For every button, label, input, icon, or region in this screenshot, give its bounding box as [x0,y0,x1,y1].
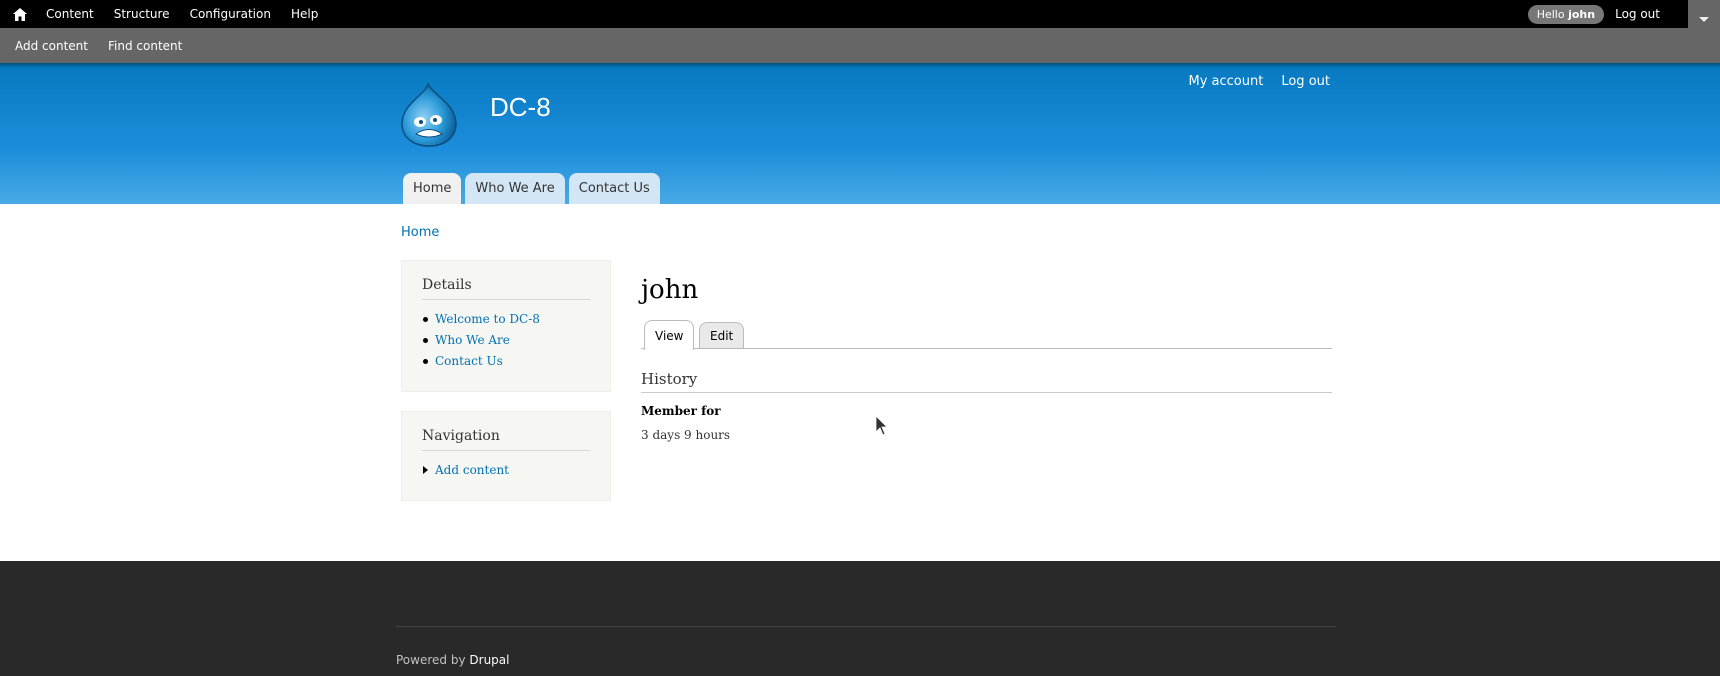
shortcut-find-content[interactable]: Find content [108,39,182,53]
secondary-menu: My account Log out [1171,74,1331,89]
main-menu-home[interactable]: Home [403,173,462,204]
drupal-link[interactable]: Drupal [469,653,509,667]
main-menu-who-we-are[interactable]: Who We Are [465,173,565,204]
page-title: john [641,275,699,305]
powered-by-prefix: Powered by [396,653,466,667]
powered-by: Powered by Drupal [396,653,509,667]
header-logout-link[interactable]: Log out [1281,74,1330,89]
shortcuts-bar: Add content Find content [0,28,1720,63]
shortcut-add-content[interactable]: Add content [15,39,88,53]
admin-menu-help[interactable]: Help [291,7,318,21]
details-link-who-we-are[interactable]: Who We Are [422,333,590,347]
header-shadow [0,63,1720,68]
member-for-label: Member for [641,404,721,418]
my-account-link[interactable]: My account [1189,74,1264,89]
mouse-cursor-icon [875,415,888,439]
admin-toolbar: Content Structure Configuration Help Hel… [0,0,1720,28]
tab-edit[interactable]: Edit [699,322,745,348]
admin-menu-content[interactable]: Content [46,7,94,21]
member-for-value: 3 days 9 hours [641,428,731,442]
details-link-contact-us[interactable]: Contact Us [422,354,590,368]
details-block: Details Welcome to DC-8 Who We Are Conta… [401,260,611,392]
details-link-welcome[interactable]: Welcome to DC-8 [422,312,590,326]
site-header [0,63,1720,204]
tab-view[interactable]: View [644,320,695,350]
details-links: Welcome to DC-8 Who We Are Contact Us [422,312,590,368]
admin-menu-structure[interactable]: Structure [114,7,170,21]
user-area: Hello john Log out [1527,0,1660,28]
admin-menu: Content Structure Configuration Help [36,7,328,21]
details-block-title: Details [422,277,590,300]
site-name[interactable]: DC-8 [490,92,551,123]
breadcrumb-home-link[interactable]: Home [401,225,439,240]
hello-badge[interactable]: Hello john [1527,4,1605,24]
home-icon[interactable] [10,0,30,28]
toolbar-logout-link[interactable]: Log out [1615,7,1660,21]
hello-prefix: Hello [1536,7,1565,21]
history-heading: History [641,370,1332,393]
hello-username: john [1568,7,1596,21]
footer-divider [396,626,1336,627]
navigation-block-title: Navigation [422,428,590,451]
main-menu-contact-us[interactable]: Contact Us [568,173,660,204]
site-footer [0,561,1720,676]
toolbar-toggle-button[interactable] [1688,0,1720,28]
local-tabs: View Edit [641,320,1332,350]
admin-menu-configuration[interactable]: Configuration [190,7,271,21]
navigation-link-add-content[interactable]: Add content [422,463,590,477]
navigation-block: Navigation Add content [401,411,611,501]
navigation-links: Add content [422,463,590,477]
main-menu: Home Who We Are Contact Us [403,173,664,204]
drupal-logo-icon[interactable] [398,82,460,148]
